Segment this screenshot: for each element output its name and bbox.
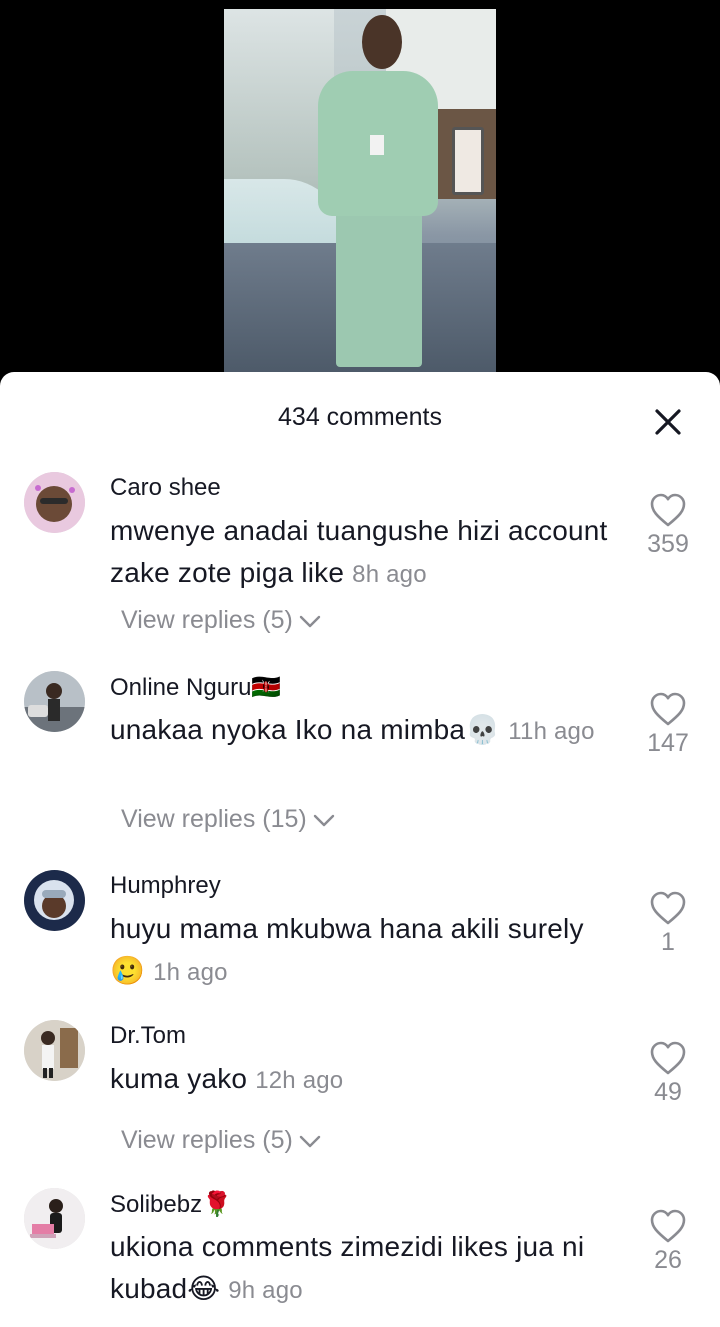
avatar[interactable] [24, 472, 85, 533]
comment-username[interactable]: Solibebz🌹 [110, 1190, 232, 1219]
comment-text: unakaa nyoka Iko na mimba💀 11h ago [110, 709, 615, 753]
heart-icon [650, 1041, 686, 1075]
video-scene-chair [452, 127, 484, 195]
avatar[interactable] [24, 1020, 85, 1081]
comment-time: 1h ago [153, 959, 228, 986]
like-button[interactable]: 147 [637, 691, 699, 758]
like-count: 359 [647, 530, 689, 558]
video-scene-person-legs [336, 205, 422, 367]
view-replies-button[interactable]: View replies (15) [121, 805, 337, 834]
view-replies-label: View replies (5) [121, 1126, 293, 1154]
video-scene-person-head [362, 15, 402, 69]
view-replies-label: View replies (5) [121, 606, 293, 634]
comment-text: kuma yako 12h ago [110, 1058, 615, 1102]
avatar[interactable] [24, 1188, 85, 1249]
comment-time: 8h ago [352, 561, 427, 588]
like-button[interactable]: 26 [637, 1208, 699, 1275]
video-thumbnail[interactable] [224, 9, 496, 373]
comment-text: huyu mama mkubwa hana akili surely 🥲 1h … [110, 908, 615, 994]
close-icon [655, 409, 681, 435]
comment-text: mwenye anadai tuangushe hizi account zak… [110, 510, 615, 596]
comment-username[interactable]: Caro shee [110, 474, 221, 502]
view-replies-button[interactable]: View replies (5) [121, 606, 323, 635]
like-count: 49 [654, 1078, 682, 1106]
comment-username[interactable]: Online Nguru🇰🇪 [110, 673, 281, 702]
avatar[interactable] [24, 870, 85, 931]
comments-header: 434 comments [0, 372, 720, 462]
chevron-down-icon [299, 615, 321, 627]
heart-icon [650, 1209, 686, 1243]
comment-username[interactable]: Dr.Tom [110, 1022, 186, 1050]
comment-body: unakaa nyoka Iko na mimba💀 [110, 714, 501, 745]
comment-username[interactable]: Humphrey [110, 872, 221, 900]
comment-time: 12h ago [255, 1067, 344, 1094]
comments-count: 434 comments [278, 403, 442, 431]
video-scene-badge [370, 135, 384, 155]
heart-icon [650, 692, 686, 726]
view-replies-label: View replies (15) [121, 805, 307, 833]
like-count: 26 [654, 1246, 682, 1274]
comment-text: ukiona comments zimezidi likes jua ni ku… [110, 1226, 615, 1312]
like-button[interactable]: 1 [637, 890, 699, 957]
comments-sheet: 434 comments Caro shee mwenye anadai tua… [0, 372, 720, 1327]
like-count: 1 [661, 928, 675, 956]
comment-body: kuma yako [110, 1063, 248, 1094]
chevron-down-icon [299, 1135, 321, 1147]
chevron-down-icon [313, 814, 334, 826]
comment-time: 11h ago [508, 718, 595, 745]
comment-time: 9h ago [228, 1277, 303, 1304]
view-replies-button[interactable]: View replies (5) [121, 1126, 323, 1155]
comment-body: ukiona comments zimezidi likes jua ni ku… [110, 1231, 585, 1304]
like-count: 147 [647, 729, 689, 757]
video-area[interactable] [0, 0, 720, 380]
heart-icon [650, 493, 686, 527]
close-button[interactable] [650, 404, 686, 440]
avatar[interactable] [24, 671, 85, 732]
like-button[interactable]: 359 [637, 492, 699, 559]
heart-icon [650, 891, 686, 925]
like-button[interactable]: 49 [637, 1040, 699, 1107]
